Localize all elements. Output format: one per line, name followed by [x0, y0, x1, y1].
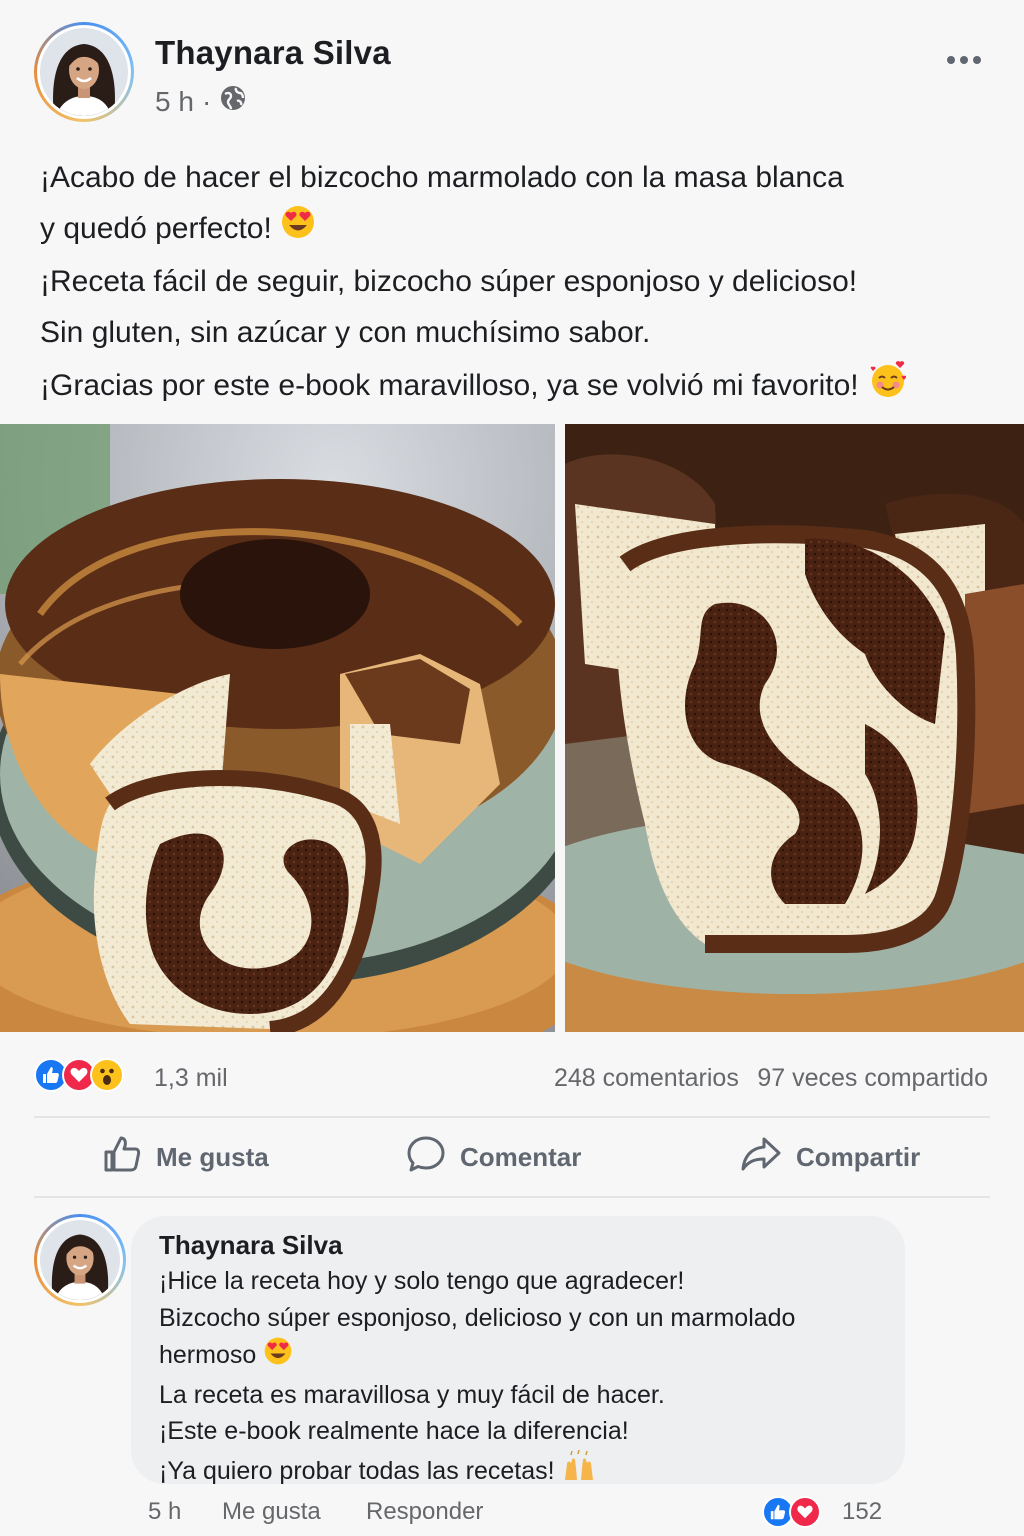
post-photo-cake-whole[interactable]: [0, 424, 555, 1032]
raising-hands-emoji: [562, 1449, 596, 1495]
comment-bubble-icon: [406, 1134, 446, 1181]
globe-icon: [219, 84, 247, 119]
wow-icon: [90, 1058, 124, 1092]
comment-reaction-count[interactable]: 152: [842, 1498, 882, 1526]
share-button-label: Compartir: [796, 1142, 921, 1172]
post-time[interactable]: 5 h: [155, 86, 194, 118]
divider: [34, 1196, 990, 1198]
share-button[interactable]: Compartir: [740, 1134, 920, 1181]
author-avatar[interactable]: [34, 22, 134, 122]
comment-line: ¡Este e-book realmente hace la diferenci…: [159, 1417, 629, 1445]
comments-count[interactable]: 248 comentarios: [554, 1064, 739, 1093]
comment-line: Bizcocho súper esponjoso, delicioso y co…: [159, 1303, 796, 1332]
comment-button[interactable]: Comentar: [406, 1134, 581, 1181]
heart-eyes-emoji: [263, 1336, 293, 1377]
reaction-icons[interactable]: [34, 1058, 124, 1092]
post-actions: Me gusta Comentar Compartir: [34, 1118, 990, 1198]
post-text-line: ¡Acabo de hacer el bizcocho marmolado co…: [40, 161, 844, 194]
comment-author-avatar[interactable]: [34, 1214, 126, 1306]
post-text-line-with-emoji: y quedó perfecto!: [40, 203, 990, 256]
post-text: ¡Acabo de hacer el bizcocho marmolado co…: [40, 152, 990, 416]
comment-line: ¡Ya quiero probar todas las recetas!: [159, 1456, 555, 1485]
share-arrow-icon: [740, 1134, 782, 1181]
comment-line-with-emoji: ¡Ya quiero probar todas las recetas!: [159, 1449, 877, 1495]
comment-bubble: Thaynara Silva ¡Hice la receta hoy y sol…: [131, 1216, 905, 1484]
love-icon: [789, 1496, 821, 1528]
comment-button-label: Comentar: [460, 1142, 582, 1172]
post-text-line: ¡Receta fácil de seguir, bizcocho súper …: [40, 265, 858, 299]
more-options-icon[interactable]: [944, 48, 984, 72]
comment-time[interactable]: 5 h: [148, 1498, 181, 1526]
comment-author-name[interactable]: Thaynara Silva: [159, 1230, 877, 1261]
comment-line: La receta es maravillosa y muy fácil de …: [159, 1380, 665, 1409]
post-text-line-with-emoji: ¡Gracias por este e-book maravilloso, ya…: [40, 358, 990, 416]
like-button-label: Me gusta: [156, 1142, 269, 1172]
shares-count[interactable]: 97 veces compartido: [757, 1064, 988, 1093]
comment-line: hermoso: [159, 1340, 257, 1369]
reaction-count[interactable]: 1,3 mil: [154, 1064, 228, 1093]
post-text-line: Sin gluten, sin azúcar y con muchísimo s…: [40, 316, 651, 350]
comment-text: ¡Hice la receta hoy y solo tengo que agr…: [159, 1263, 877, 1494]
like-button[interactable]: Me gusta: [102, 1134, 269, 1181]
comment-line-with-emoji: hermoso: [159, 1336, 877, 1377]
comment-reply-button[interactable]: Responder: [366, 1498, 483, 1526]
post-author-name[interactable]: Thaynara Silva: [155, 34, 391, 72]
post-photo-cake-slice[interactable]: [565, 424, 1024, 1032]
comment-like-button[interactable]: Me gusta: [222, 1498, 321, 1526]
meta-separator: ·: [201, 85, 212, 117]
post-text-line: y quedó perfecto!: [40, 212, 272, 245]
post-stats: 1,3 mil 248 comentarios 97 veces compart…: [34, 1056, 990, 1100]
post-meta: 5 h ·: [155, 84, 247, 119]
post-text-line: ¡Gracias por este e-book maravilloso, ya…: [40, 369, 859, 402]
heart-eyes-emoji: [280, 204, 316, 256]
comment-footer: 5 h Me gusta Responder 152: [148, 1496, 998, 1530]
thumbs-up-icon: [102, 1134, 142, 1181]
smiling-face-with-hearts-emoji: [867, 358, 909, 416]
comment-line: ¡Hice la receta hoy y solo tengo que agr…: [159, 1267, 685, 1295]
post-header: Thaynara Silva 5 h ·: [34, 22, 994, 132]
comment-reaction-icons[interactable]: [762, 1496, 821, 1528]
